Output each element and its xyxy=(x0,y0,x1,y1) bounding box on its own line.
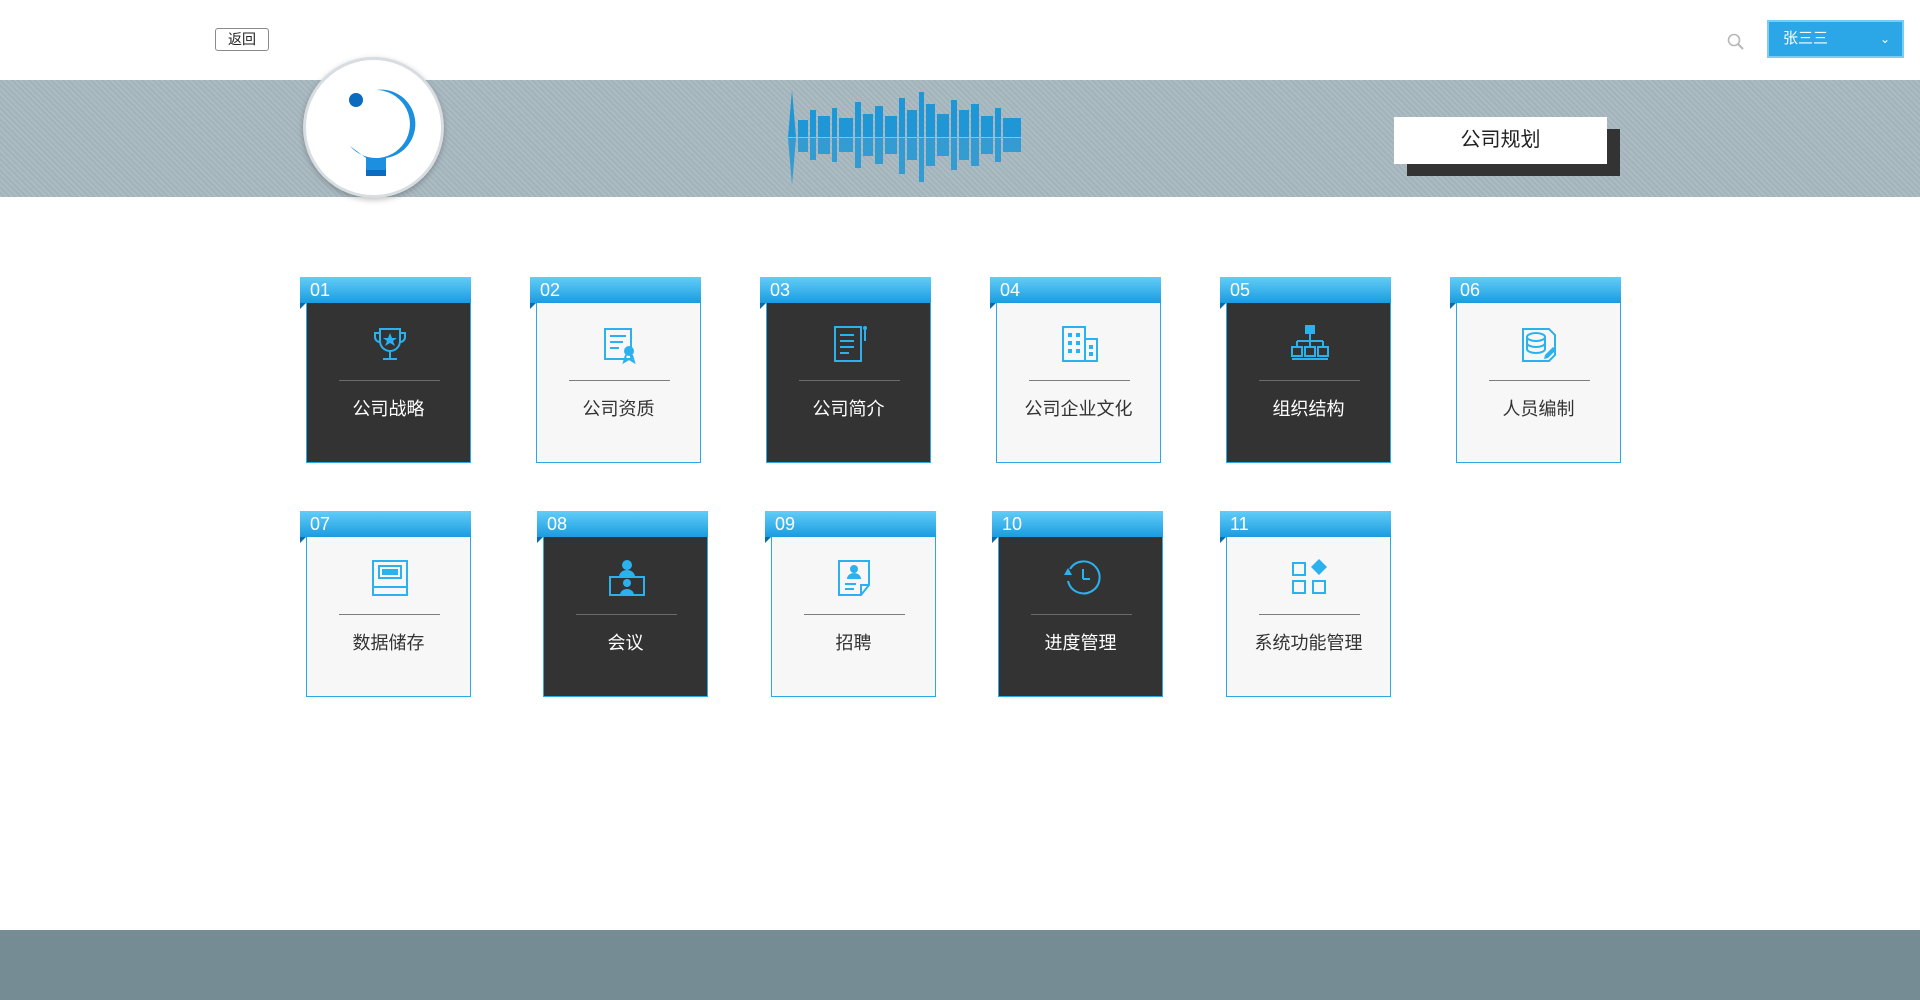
tile-label: 系统功能管理 xyxy=(1254,633,1363,653)
company-logo xyxy=(303,57,444,198)
divider xyxy=(576,614,677,615)
tile-number: 03 xyxy=(760,277,931,309)
tile-number: 06 xyxy=(1450,277,1621,309)
tile-number: 05 xyxy=(1220,277,1391,309)
footer xyxy=(0,930,1920,1000)
divider xyxy=(1489,380,1590,381)
logo-icon xyxy=(349,89,416,176)
divider xyxy=(569,380,670,381)
tile-04[interactable]: 04 公司企业文化 xyxy=(990,277,1161,463)
tile-label: 招聘 xyxy=(835,633,872,653)
section-title: 公司规划 xyxy=(1394,117,1607,164)
history-icon xyxy=(1064,560,1101,595)
tile-label: 公司战略 xyxy=(352,399,425,419)
tile-body: 会议 xyxy=(543,537,708,697)
tile-label: 数据储存 xyxy=(352,633,425,653)
meeting-icon xyxy=(609,560,645,596)
tile-label: 人员编制 xyxy=(1502,399,1575,419)
database-edit-icon xyxy=(1522,328,1556,362)
tile-number: 01 xyxy=(300,277,471,309)
divider xyxy=(1031,614,1132,615)
tile-label: 会议 xyxy=(607,633,644,653)
divider xyxy=(1259,380,1360,381)
storage-icon xyxy=(372,560,408,596)
tile-body: 数据储存 xyxy=(306,537,471,697)
tile-body: 公司资质 xyxy=(536,303,701,463)
tile-10[interactable]: 10 进度管理 xyxy=(992,511,1163,697)
tile-body: 人员编制 xyxy=(1456,303,1621,463)
tile-body: 公司简介 xyxy=(766,303,931,463)
chevron-down-icon: ⌄ xyxy=(1879,32,1890,46)
tile-11[interactable]: 11 系统功能管理 xyxy=(1220,511,1391,697)
city-skyline-image xyxy=(788,90,1021,185)
top-bar: 返回 张三三 ⌄ xyxy=(0,0,1920,80)
org-chart-icon xyxy=(1291,325,1329,360)
tile-number: 07 xyxy=(300,511,471,543)
tile-07[interactable]: 07 数据储存 xyxy=(300,511,471,697)
tile-label: 公司简介 xyxy=(812,399,885,419)
tile-01[interactable]: 01 公司战略 xyxy=(300,277,471,463)
user-name: 张三三 xyxy=(1783,30,1829,47)
tile-05[interactable]: 05 组织结构 xyxy=(1220,277,1391,463)
search-icon[interactable] xyxy=(1726,32,1746,52)
building-icon xyxy=(1062,326,1098,362)
divider xyxy=(339,614,440,615)
tile-number: 10 xyxy=(992,511,1163,543)
tile-06[interactable]: 06 人员编制 xyxy=(1450,277,1621,463)
tile-02[interactable]: 02 公司资质 xyxy=(530,277,701,463)
tile-body: 进度管理 xyxy=(998,537,1163,697)
divider xyxy=(804,614,905,615)
document-icon xyxy=(834,326,867,362)
tile-body: 组织结构 xyxy=(1226,303,1391,463)
tile-label: 组织结构 xyxy=(1272,399,1345,419)
tile-number: 04 xyxy=(990,277,1161,309)
divider xyxy=(799,380,900,381)
apps-icon xyxy=(1292,559,1327,594)
tile-body: 招聘 xyxy=(771,537,936,697)
tile-body: 系统功能管理 xyxy=(1226,537,1391,697)
recruit-icon xyxy=(838,560,870,596)
divider xyxy=(1259,614,1360,615)
divider xyxy=(339,380,440,381)
back-button[interactable]: 返回 xyxy=(215,28,269,51)
user-dropdown[interactable]: 张三三 ⌄ xyxy=(1767,20,1904,58)
tile-label: 进度管理 xyxy=(1044,633,1117,653)
tile-number: 11 xyxy=(1220,511,1391,543)
tile-body: 公司企业文化 xyxy=(996,303,1161,463)
certificate-icon xyxy=(604,328,636,365)
tile-label: 公司资质 xyxy=(582,399,655,419)
tile-09[interactable]: 09 招聘 xyxy=(765,511,936,697)
tile-body: 公司战略 xyxy=(306,303,471,463)
tile-number: 08 xyxy=(537,511,708,543)
tile-number: 02 xyxy=(530,277,701,309)
divider xyxy=(1029,380,1130,381)
tile-number: 09 xyxy=(765,511,936,543)
tile-08[interactable]: 08 会议 xyxy=(537,511,708,697)
trophy-icon xyxy=(374,328,406,360)
tile-label: 公司企业文化 xyxy=(1024,399,1133,419)
tile-03[interactable]: 03 公司简介 xyxy=(760,277,931,463)
